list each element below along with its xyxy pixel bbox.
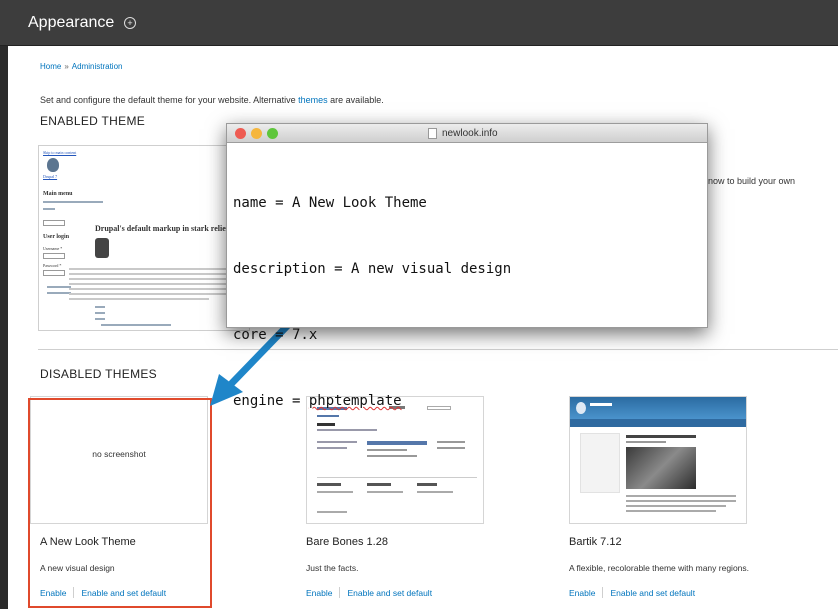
close-icon[interactable] (235, 128, 246, 139)
breadcrumb-separator: » (64, 62, 69, 71)
bb-footer-title (367, 483, 391, 486)
code-editor[interactable]: name = A New Look Theme description = A … (233, 148, 511, 456)
themes-link[interactable]: themes (298, 95, 328, 105)
preview-tag-link (95, 306, 105, 308)
bb-credit (317, 511, 347, 513)
intro-before: Set and configure the default theme for … (40, 95, 299, 105)
bartik-meta (626, 441, 666, 443)
bartik-site-name (590, 403, 612, 406)
enabled-theme-screenshot: Skip to main content Drupal 7 Main menu … (38, 145, 250, 331)
preview-menu-link (43, 208, 55, 210)
code-line: engine = phptemplate (233, 390, 511, 412)
info-file-window: newlook.info name = A New Look Theme des… (226, 123, 708, 409)
preview-password-label: Password * (43, 263, 62, 268)
drupal-drop-logo (576, 402, 586, 414)
bb-footer-title (417, 483, 437, 486)
window-titlebar[interactable]: newlook.info (227, 124, 707, 143)
code-line: core = 7.x (233, 327, 318, 343)
highlight-box (28, 398, 212, 608)
preview-heading: Drupal's default markup in stark relief (95, 224, 229, 233)
bb-divider (317, 477, 477, 478)
code-line: name = A New Look Theme (233, 195, 427, 211)
preview-portrait (95, 238, 109, 258)
enabled-theme-heading: ENABLED THEME (40, 114, 146, 128)
theme-name: Bare Bones 1.28 (306, 536, 388, 548)
preview-tag-link (95, 318, 105, 320)
minimize-icon[interactable] (251, 128, 262, 139)
action-separator (602, 587, 604, 598)
bartik-text (626, 500, 736, 502)
enable-default-link[interactable]: Enable and set default (610, 588, 695, 598)
plus-circle-icon[interactable]: + (124, 17, 136, 29)
enable-link[interactable]: Enable (306, 588, 332, 598)
code-key: engine = (233, 393, 309, 409)
preview-text-line (69, 298, 209, 300)
preview-user-login: User login (43, 234, 70, 240)
breadcrumb: Home» Administration (40, 62, 122, 71)
preview-username-label: Username * (43, 246, 63, 251)
page-title: Appearance (28, 14, 115, 31)
preview-skip-link: Skip to main content (43, 150, 77, 155)
preview-comment-link (101, 324, 171, 326)
drupal-drop-logo (47, 158, 59, 172)
breadcrumb-home[interactable]: Home (40, 62, 61, 71)
bb-footer-title (317, 483, 341, 486)
preview-password-field (43, 270, 65, 276)
bartik-text (626, 505, 726, 507)
enable-default-link[interactable]: Enable and set default (347, 588, 432, 598)
theme-name: Bartik 7.12 (569, 536, 622, 548)
preview-username-field (43, 253, 65, 259)
preview-text-line (69, 293, 239, 295)
document-icon (428, 128, 437, 139)
preview-text-line (69, 283, 249, 285)
bartik-text (626, 510, 716, 512)
bb-footer-line (367, 491, 403, 493)
preview-site-name: Drupal 7 (43, 174, 58, 179)
bartik-sidebar (580, 433, 620, 493)
action-separator (339, 587, 341, 598)
breadcrumb-administration[interactable]: Administration (72, 62, 123, 71)
theme-description: A flexible, recolorable theme with many … (569, 563, 750, 573)
preview-links-1 (47, 286, 71, 288)
preview-text-line (69, 268, 249, 270)
preview-links-2 (47, 292, 71, 294)
bartik-screenshot (569, 396, 747, 524)
intro-text: Set and configure the default theme for … (40, 95, 384, 105)
bartik-nav-bar (570, 419, 746, 427)
theme-help-text: now to build your own (708, 176, 796, 186)
preview-menu-links (43, 201, 103, 203)
code-engine-value: phptemplate (308, 393, 402, 409)
bartik-header-band (570, 397, 746, 419)
bartik-text (626, 495, 736, 497)
bb-footer-line (317, 491, 353, 493)
preview-text-line (69, 278, 249, 280)
preview-text-line (69, 288, 249, 290)
zoom-icon[interactable] (267, 128, 278, 139)
code-line: description = A new visual design (233, 261, 512, 277)
preview-tag-link (95, 312, 105, 314)
intro-after: are available. (327, 95, 384, 105)
disabled-themes-heading: DISABLED THEMES (40, 367, 157, 381)
theme-actions: Enable Enable and set default (569, 587, 695, 598)
enable-link[interactable]: Enable (569, 588, 595, 598)
bartik-article-title (626, 435, 696, 438)
theme-description: Just the facts. (306, 563, 359, 573)
bartik-photo (626, 447, 696, 489)
preview-main-menu: Main menu (43, 191, 73, 197)
bb-footer-line (417, 491, 453, 493)
preview-text-line (69, 273, 249, 275)
page-header: Appearance + (0, 0, 838, 46)
theme-actions: Enable Enable and set default (306, 587, 432, 598)
preview-search-box (43, 220, 65, 226)
window-filename: newlook.info (442, 128, 498, 139)
